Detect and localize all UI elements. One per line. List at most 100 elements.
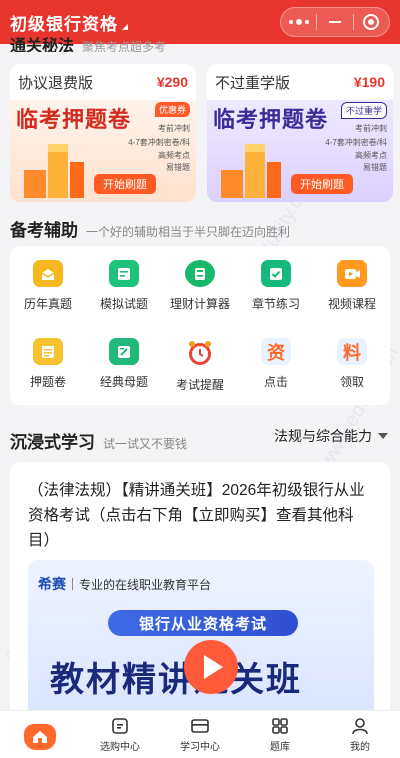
immersive-title: 沉浸式学习 <box>10 433 95 452</box>
classic-questions-icon <box>109 338 139 365</box>
start-practice-button[interactable]: 开始刷题 <box>94 174 156 194</box>
product-price: ¥190 <box>353 74 385 90</box>
tool-exam-reminder[interactable]: 考试提醒 <box>162 330 238 392</box>
scrolled-section-subtitle: 聚焦考点超多考 <box>82 40 167 52</box>
product-banner[interactable]: 临考押题卷 优惠券 考前冲刺 4-7套冲刺密卷/科 高频考点 易错题 开始刷题 <box>10 100 196 202</box>
course-card[interactable]: （法律法规）【精讲通关班】2026年初级银行从业资格考试（点击右下角【立即购买】… <box>10 462 390 722</box>
miniprogram-capsule <box>280 7 390 37</box>
tool-video-course[interactable]: 视频课程 <box>314 252 390 312</box>
banner-tag: 不过重学 <box>340 102 387 119</box>
close-target-icon <box>363 14 380 30</box>
tab-label: 题库 <box>270 742 290 753</box>
book-stack-illustration <box>221 144 281 198</box>
play-icon <box>204 655 223 679</box>
tool-claim-resource[interactable]: 料 领取 <box>314 330 390 390</box>
tool-label: 经典母题 <box>99 375 148 389</box>
close-button[interactable] <box>354 8 389 36</box>
more-dot-icon <box>304 20 309 24</box>
tab-study[interactable]: 学习中心 <box>160 711 240 758</box>
tab-label: 选购中心 <box>100 742 140 753</box>
tool-calculator[interactable]: 理财计算器 <box>162 252 238 312</box>
more-dot-icon <box>288 20 293 24</box>
product-price: ¥290 <box>156 74 188 90</box>
banner-feature: 考前冲刺 <box>355 124 387 133</box>
tools-grid: 历年真题 模拟试题 理财计算器 章节练习 视频课程 押题卷 经典母题 考试提醒 … <box>10 246 390 405</box>
tool-label: 历年真题 <box>23 297 72 311</box>
tab-home[interactable] <box>0 711 80 758</box>
course-description: （法律法规）【精讲通关班】2026年初级银行从业资格考试（点击右下角【立即购买】… <box>28 482 365 549</box>
tool-past-papers[interactable]: 历年真题 <box>10 252 86 312</box>
book-stack-illustration <box>24 144 84 198</box>
brand-logo: 希赛 专业的在线职业教育平台 <box>38 574 211 594</box>
tab-label: 我的 <box>350 742 370 753</box>
subject-filter-dropdown[interactable]: 法规与综合能力 <box>274 426 388 446</box>
minimize-icon <box>328 21 341 23</box>
product-banner[interactable]: 临考押题卷 不过重学 考前冲刺 4-7套冲刺密卷/科 高频考点 易错题 开始刷题 <box>207 100 393 202</box>
profile-icon <box>352 718 368 735</box>
minimize-button[interactable] <box>317 8 352 36</box>
banner-feature: 4-7套冲刺密卷/科 <box>128 138 190 147</box>
tool-label: 考试提醒 <box>175 378 224 392</box>
logo-divider <box>72 578 73 590</box>
more-dot-icon <box>295 19 302 25</box>
tab-label: 学习中心 <box>180 742 220 753</box>
prediction-paper-icon <box>33 338 63 365</box>
header-title[interactable]: 初级银行资格 <box>10 10 118 35</box>
more-menu-button[interactable] <box>281 8 316 36</box>
alarm-clock-icon <box>185 338 215 368</box>
immersive-heading: 沉浸式学习 试一试又不要钱 <box>10 428 187 453</box>
tool-label: 章节练习 <box>251 297 300 311</box>
product-card-refund[interactable]: 协议退费版 ¥290 临考押题卷 优惠券 考前冲刺 4-7套冲刺密卷/科 高频考… <box>10 64 196 202</box>
tool-label: 领取 <box>339 375 364 389</box>
chevron-down-icon <box>378 433 388 439</box>
past-papers-icon <box>33 260 63 287</box>
tab-shop[interactable]: 选购中心 <box>80 711 160 758</box>
tool-label: 点击 <box>263 375 288 389</box>
tool-prediction-paper[interactable]: 押题卷 <box>10 330 86 390</box>
tool-label: 视频课程 <box>327 297 376 311</box>
video-course-icon <box>337 260 367 287</box>
banner-feature: 考前冲刺 <box>158 124 190 133</box>
tool-label: 理财计算器 <box>169 297 230 311</box>
video-title: 教材精讲通关班 <box>50 661 302 699</box>
bottom-tab-bar: 选购中心 学习中心 题库 我的 <box>0 710 400 758</box>
tool-mock-test[interactable]: 模拟试题 <box>86 252 162 312</box>
banner-tag: 优惠券 <box>154 102 190 117</box>
tab-question-bank[interactable]: 题库 <box>240 711 320 758</box>
play-button[interactable] <box>184 640 238 694</box>
zi-character-icon: 资 <box>261 338 291 365</box>
question-bank-icon <box>272 718 288 734</box>
tool-click-resource[interactable]: 资 点击 <box>238 330 314 390</box>
calculator-icon <box>185 260 215 287</box>
banner-feature: 高频考点 <box>355 151 387 160</box>
brand-name: 希赛 <box>38 576 66 592</box>
tool-label: 押题卷 <box>29 375 66 389</box>
brand-slogan: 专业的在线职业教育平台 <box>79 577 212 592</box>
assist-heading: 备考辅助 一个好的辅助相当于半只脚在迈向胜利 <box>10 216 290 241</box>
product-name: 协议退费版 <box>18 74 94 92</box>
shop-icon <box>112 718 128 734</box>
liao-character-icon: 料 <box>337 338 367 365</box>
banner-feature: 易错题 <box>166 163 190 172</box>
scrolled-section-heading: 通关秘法 聚焦考点超多考 <box>10 36 310 52</box>
video-subtitle: 银行从业资格考试 <box>108 610 298 636</box>
banner-title: 临考押题卷 <box>213 107 329 132</box>
assist-subtitle: 一个好的辅助相当于半只脚在迈向胜利 <box>86 225 291 239</box>
start-practice-button[interactable]: 开始刷题 <box>291 174 353 194</box>
banner-title: 临考押题卷 <box>16 107 132 132</box>
immersive-subtitle: 试一试又不要钱 <box>103 437 188 451</box>
banner-feature: 4-7套冲刺密卷/科 <box>325 138 387 147</box>
course-video[interactable]: 希赛 专业的在线职业教育平台 银行从业资格考试 教材精讲通关班 <box>28 560 374 722</box>
header-dropdown-icon[interactable] <box>122 24 128 30</box>
assist-title: 备考辅助 <box>10 221 78 240</box>
tab-profile[interactable]: 我的 <box>320 711 400 758</box>
tool-classic-questions[interactable]: 经典母题 <box>86 330 162 390</box>
chapter-practice-icon <box>261 260 291 287</box>
home-icon <box>24 723 56 750</box>
product-card-retake[interactable]: 不过重学版 ¥190 临考押题卷 不过重学 考前冲刺 4-7套冲刺密卷/科 高频… <box>207 64 393 202</box>
tool-chapter-practice[interactable]: 章节练习 <box>238 252 314 312</box>
study-icon <box>191 719 209 733</box>
scrolled-section-title: 通关秘法 <box>10 38 75 52</box>
banner-feature: 易错题 <box>363 163 387 172</box>
banner-feature: 高频考点 <box>158 151 190 160</box>
